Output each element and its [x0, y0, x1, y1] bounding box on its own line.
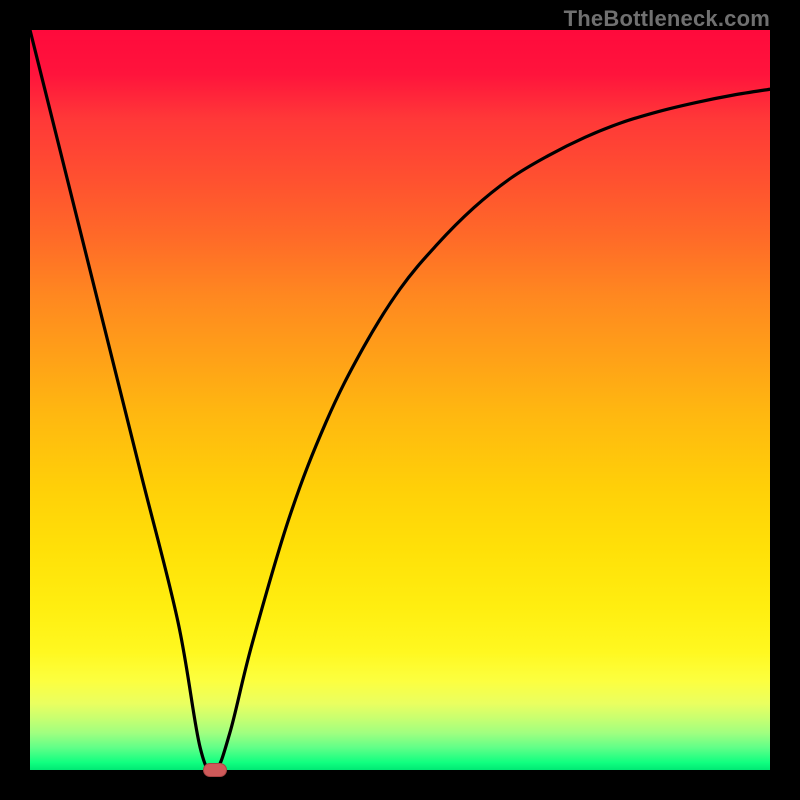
curve-path — [30, 30, 770, 770]
watermark-text: TheBottleneck.com — [564, 6, 770, 32]
chart-container: TheBottleneck.com — [0, 0, 800, 800]
plot-area — [30, 30, 770, 770]
bottleneck-curve — [30, 30, 770, 770]
minimum-marker — [203, 763, 227, 777]
